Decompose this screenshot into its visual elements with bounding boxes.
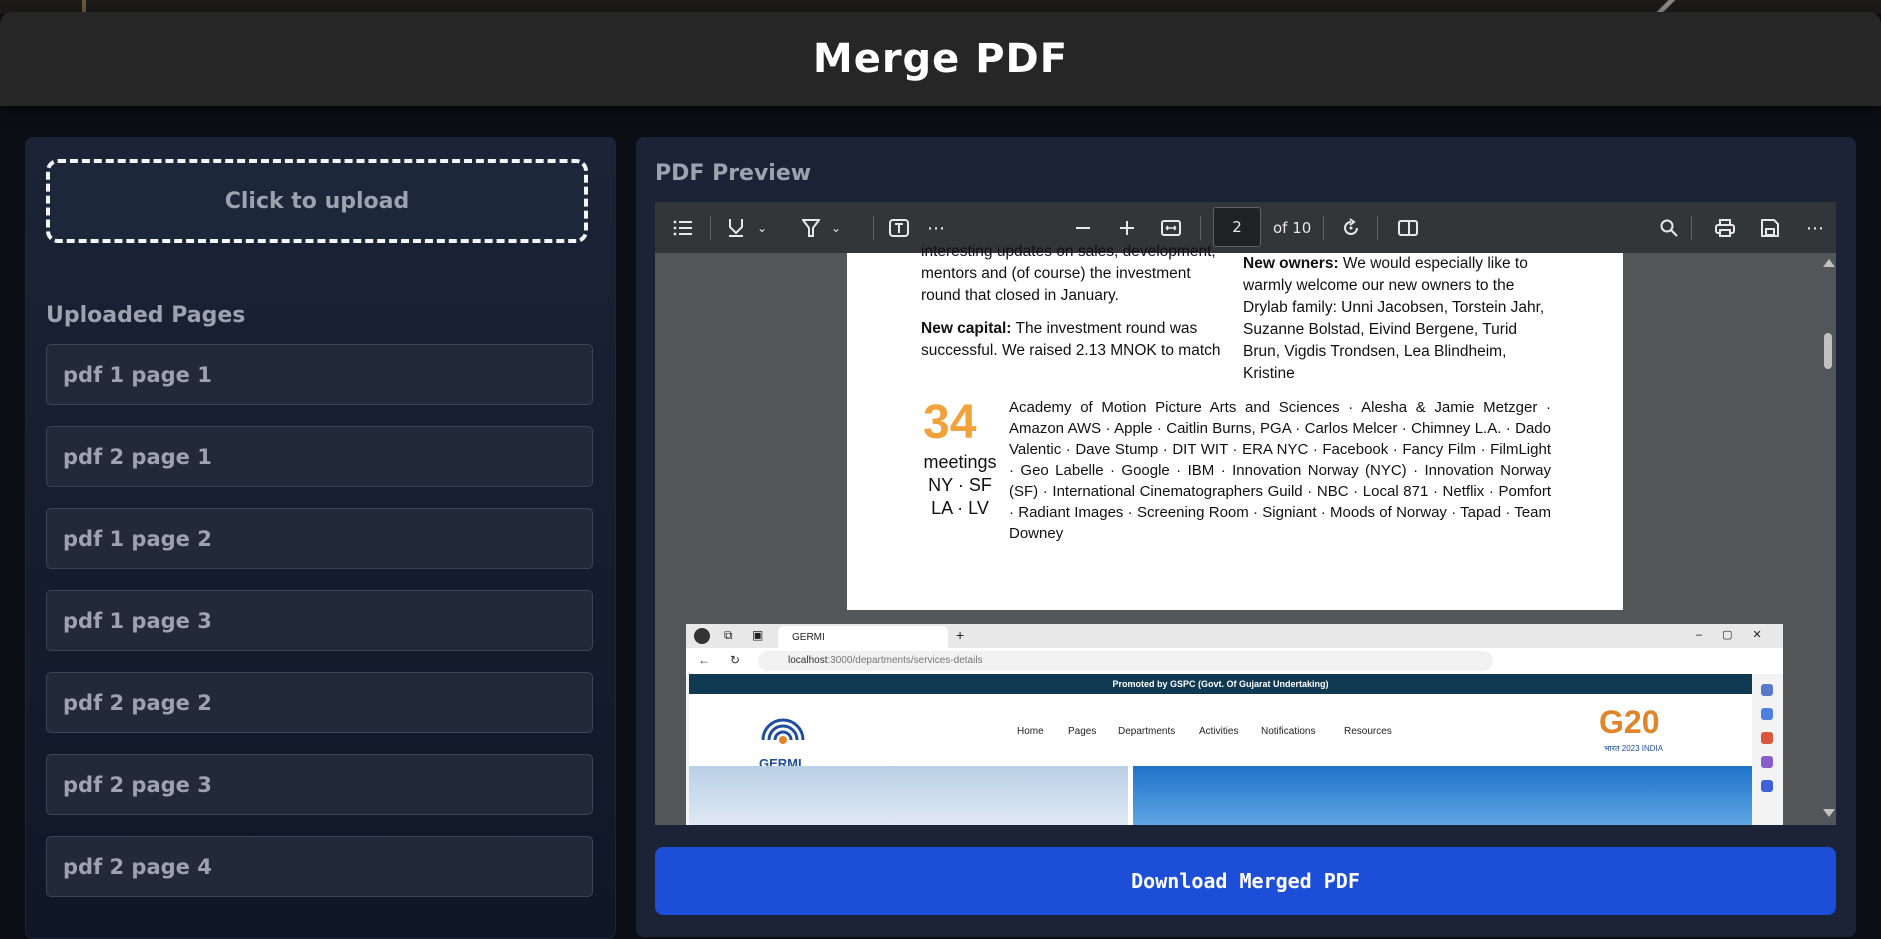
save-icon[interactable] xyxy=(1757,215,1783,241)
chevron-down-icon[interactable]: ⌄ xyxy=(823,215,849,241)
meetings-count: 34 xyxy=(923,396,977,449)
pdf-pages-area[interactable]: interesting updates on sales, developmen… xyxy=(655,243,1836,825)
uploaded-page-item[interactable]: pdf 2 page 3 xyxy=(46,754,593,815)
sponsors-text: Academy of Motion Picture Arts and Scien… xyxy=(1009,399,1551,542)
viewer-scrollbar[interactable] xyxy=(1819,253,1836,825)
app-header: Merge PDF xyxy=(0,12,1881,106)
upload-dropzone[interactable]: Click to upload xyxy=(46,159,588,243)
text-icon[interactable] xyxy=(886,215,912,241)
chevron-down-icon[interactable]: ⌄ xyxy=(749,215,775,241)
page-total-label: of 10 xyxy=(1273,219,1312,237)
website-preview: Promoted by GSPC (Govt. Of Gujarat Under… xyxy=(689,674,1752,825)
page-title: Merge PDF xyxy=(812,36,1069,82)
scroll-up-icon[interactable] xyxy=(1823,259,1835,267)
promo-bar: Promoted by GSPC (Govt. Of Gujarat Under… xyxy=(689,674,1752,694)
g20-logo: G20 xyxy=(1599,704,1660,740)
uploaded-page-item[interactable]: pdf 1 page 3 xyxy=(46,590,593,651)
zoom-in-icon[interactable] xyxy=(1114,215,1140,241)
site-nav-notifications: Notifications xyxy=(1261,726,1316,737)
upload-panel: Click to upload Uploaded Pages pdf 1 pag… xyxy=(25,137,616,939)
zoom-out-icon[interactable] xyxy=(1070,215,1096,241)
fit-page-icon[interactable] xyxy=(1158,215,1184,241)
pdf-page-screenshot: ⧉ ▣ GERMI + –▢✕ ← ↻ localhost:3000/depar… xyxy=(686,624,1783,825)
pdf-page: interesting updates on sales, developmen… xyxy=(847,243,1623,610)
site-nav-pages: Pages xyxy=(1068,726,1097,737)
more-tools-icon[interactable]: ⋯ xyxy=(923,215,949,241)
page-text-capital: New capital: The investment round was su… xyxy=(921,320,1221,359)
browser-sidebar xyxy=(1752,674,1783,825)
contents-icon[interactable] xyxy=(670,215,696,241)
meetings-label: meetings NY · SF LA · LV xyxy=(923,452,997,518)
uploaded-page-item[interactable]: pdf 2 page 2 xyxy=(46,672,593,733)
draw-icon[interactable] xyxy=(723,215,749,241)
highlight-icon[interactable] xyxy=(798,215,824,241)
site-nav-departments: Departments xyxy=(1118,726,1176,737)
scroll-thumb[interactable] xyxy=(1824,333,1832,369)
search-icon[interactable] xyxy=(1656,215,1682,241)
page-text-owners: New owners: We would especially like to … xyxy=(1243,255,1545,382)
site-nav-activities: Activities xyxy=(1199,726,1239,737)
browser-address-bar: ← ↻ localhost:3000/departments/services-… xyxy=(686,648,1783,674)
print-icon[interactable] xyxy=(1712,215,1738,241)
two-page-icon[interactable] xyxy=(1395,215,1421,241)
preview-panel: PDF Preview ⌄ ⌄ ⋯ 2 of 10 ⋯ interesting … xyxy=(636,137,1856,937)
browser-tab: GERMI xyxy=(778,626,948,648)
site-nav-resources: Resources xyxy=(1344,726,1392,737)
pdf-toolbar: ⌄ ⌄ ⋯ of 10 xyxy=(655,202,1836,253)
uploaded-page-item[interactable]: pdf 1 page 2 xyxy=(46,508,593,569)
download-merged-button[interactable]: Download Merged PDF xyxy=(655,847,1836,915)
rotate-icon[interactable] xyxy=(1338,215,1364,241)
uploaded-page-item[interactable]: pdf 2 page 1 xyxy=(46,426,593,487)
uploaded-page-item[interactable]: pdf 1 page 1 xyxy=(46,344,593,405)
g20-subtitle: भारत 2023 INDIA xyxy=(1604,744,1664,753)
browser-tabstrip: ⧉ ▣ GERMI + –▢✕ xyxy=(686,624,1783,648)
more-icon[interactable]: ⋯ xyxy=(1802,215,1828,241)
page-text-left: interesting updates on sales, developmen… xyxy=(921,243,1216,304)
pdf-viewer: ⌄ ⌄ ⋯ of 10 xyxy=(655,202,1836,825)
url-field: localhost:3000/departments/services-deta… xyxy=(758,651,1493,671)
uploaded-pages-heading: Uploaded Pages xyxy=(46,303,246,328)
germi-logo xyxy=(761,718,805,744)
hero-image-right xyxy=(1133,766,1752,825)
scroll-down-icon[interactable] xyxy=(1823,809,1835,817)
site-nav-home: Home xyxy=(1017,726,1044,737)
uploaded-page-item[interactable]: pdf 2 page 4 xyxy=(46,836,593,897)
hero-image-left xyxy=(689,766,1128,825)
preview-heading: PDF Preview xyxy=(655,161,812,186)
